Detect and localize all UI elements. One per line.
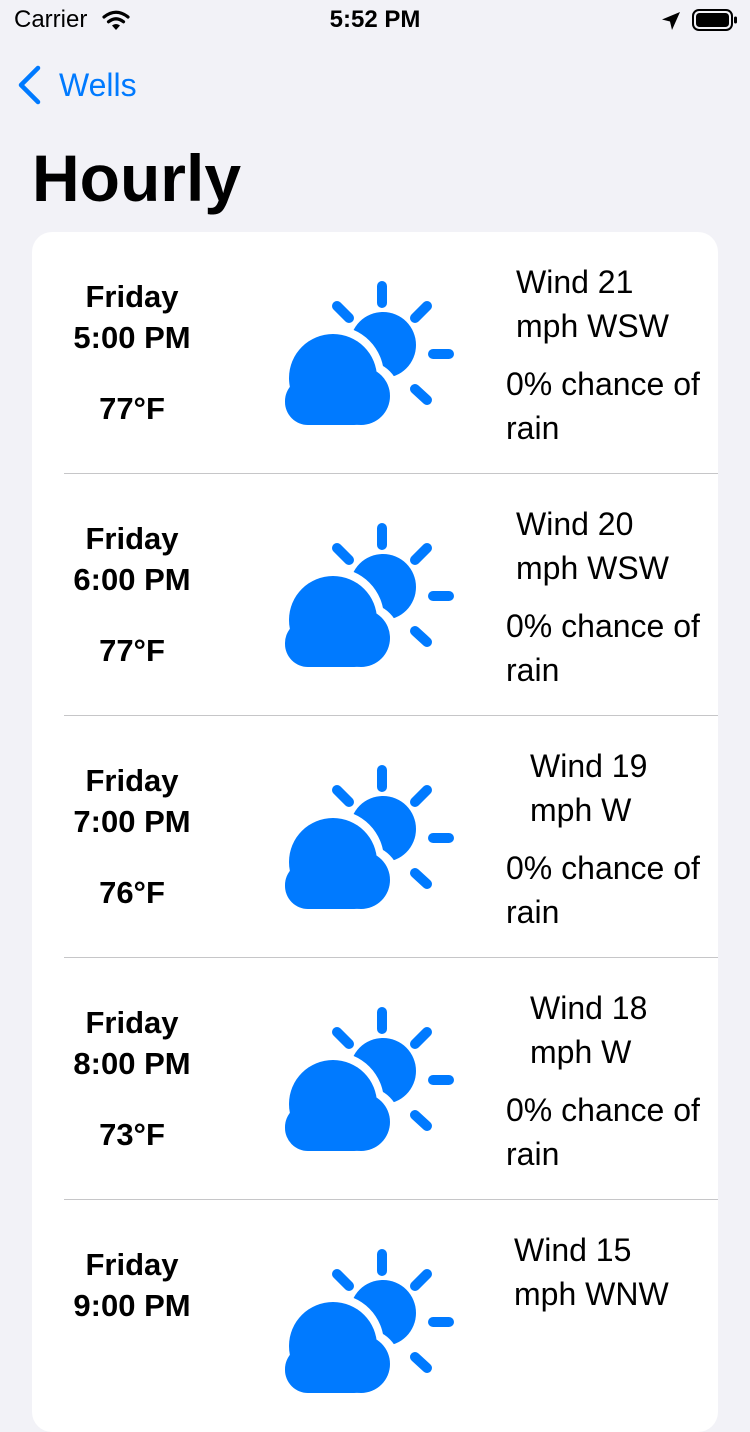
wind-text: Wind 19 mph W (530, 748, 648, 828)
day-label: Friday (85, 279, 179, 314)
back-button-label: Wells (59, 66, 137, 103)
partly-cloudy-day-icon (284, 1007, 454, 1154)
hour-details: Wind 20 mph WSW 0% chance of rain (506, 502, 718, 692)
location-arrow-icon (662, 12, 680, 30)
temperature: 77°F (99, 391, 165, 426)
hour-details: Wind 19 mph W 0% chance of rain (506, 744, 718, 934)
temperature: 77°F (99, 633, 165, 668)
time-label: 8:00 PM (73, 1046, 191, 1081)
time-label: 7:00 PM (73, 804, 191, 839)
time-label: 5:00 PM (73, 320, 191, 355)
battery-icon (692, 9, 737, 31)
hour-row: Friday 5:00 PM 77°F Wind 21 mph WSW 0% c… (32, 232, 718, 474)
hour-row: Friday 7:00 PM 76°F Wind 19 mph W 0% cha… (32, 716, 718, 958)
hour-details: Wind 15 mph WNW (506, 1228, 718, 1330)
partly-cloudy-day-icon (284, 523, 454, 670)
temperature: 76°F (99, 875, 165, 910)
wind-text: Wind 18 mph W (530, 990, 648, 1070)
hour-info: Friday 8:00 PM 73°F (32, 1002, 232, 1155)
wind-text: Wind 20 mph WSW (516, 506, 669, 586)
rain-chance: 0% chance of rain (506, 850, 700, 930)
day-label: Friday (85, 763, 179, 798)
hour-row: Friday 9:00 PM Wind 15 mph WNW (32, 1200, 718, 1432)
partly-cloudy-day-icon (284, 1249, 454, 1396)
day-label: Friday (85, 1005, 179, 1040)
day-label: Friday (85, 521, 179, 556)
hour-details: Wind 18 mph W 0% chance of rain (506, 986, 718, 1176)
page-title: Hourly (32, 141, 242, 215)
temperature: 73°F (99, 1117, 165, 1152)
time-label: 9:00 PM (73, 1288, 191, 1323)
partly-cloudy-day-icon (284, 281, 454, 428)
hour-info: Friday 9:00 PM (32, 1244, 232, 1356)
partly-cloudy-day-icon (284, 765, 454, 912)
rain-chance: 0% chance of rain (506, 1092, 700, 1172)
wind-text: Wind 15 mph WNW (514, 1232, 669, 1312)
wind-text: Wind 21 mph WSW (516, 264, 669, 344)
hour-info: Friday 5:00 PM 77°F (32, 276, 232, 429)
hour-row: Friday 6:00 PM 77°F Wind 20 mph WSW 0% c… (32, 474, 718, 716)
hour-info: Friday 6:00 PM 77°F (32, 518, 232, 671)
time-label: 6:00 PM (73, 562, 191, 597)
chevron-left-icon (18, 65, 41, 105)
hour-info: Friday 7:00 PM 76°F (32, 760, 232, 913)
rain-chance: 0% chance of rain (506, 366, 700, 446)
hour-row: Friday 8:00 PM 73°F Wind 18 mph W 0% cha… (32, 958, 718, 1200)
day-label: Friday (85, 1247, 179, 1282)
back-button[interactable]: Wells (16, 62, 137, 108)
hourly-list: Friday 5:00 PM 77°F Wind 21 mph WSW 0% c… (32, 232, 718, 1432)
clock: 5:52 PM (329, 6, 421, 33)
hour-details: Wind 21 mph WSW 0% chance of rain (506, 260, 718, 450)
status-bar: Carrier 5:52 PM (0, 0, 750, 42)
rain-chance: 0% chance of rain (506, 608, 700, 688)
